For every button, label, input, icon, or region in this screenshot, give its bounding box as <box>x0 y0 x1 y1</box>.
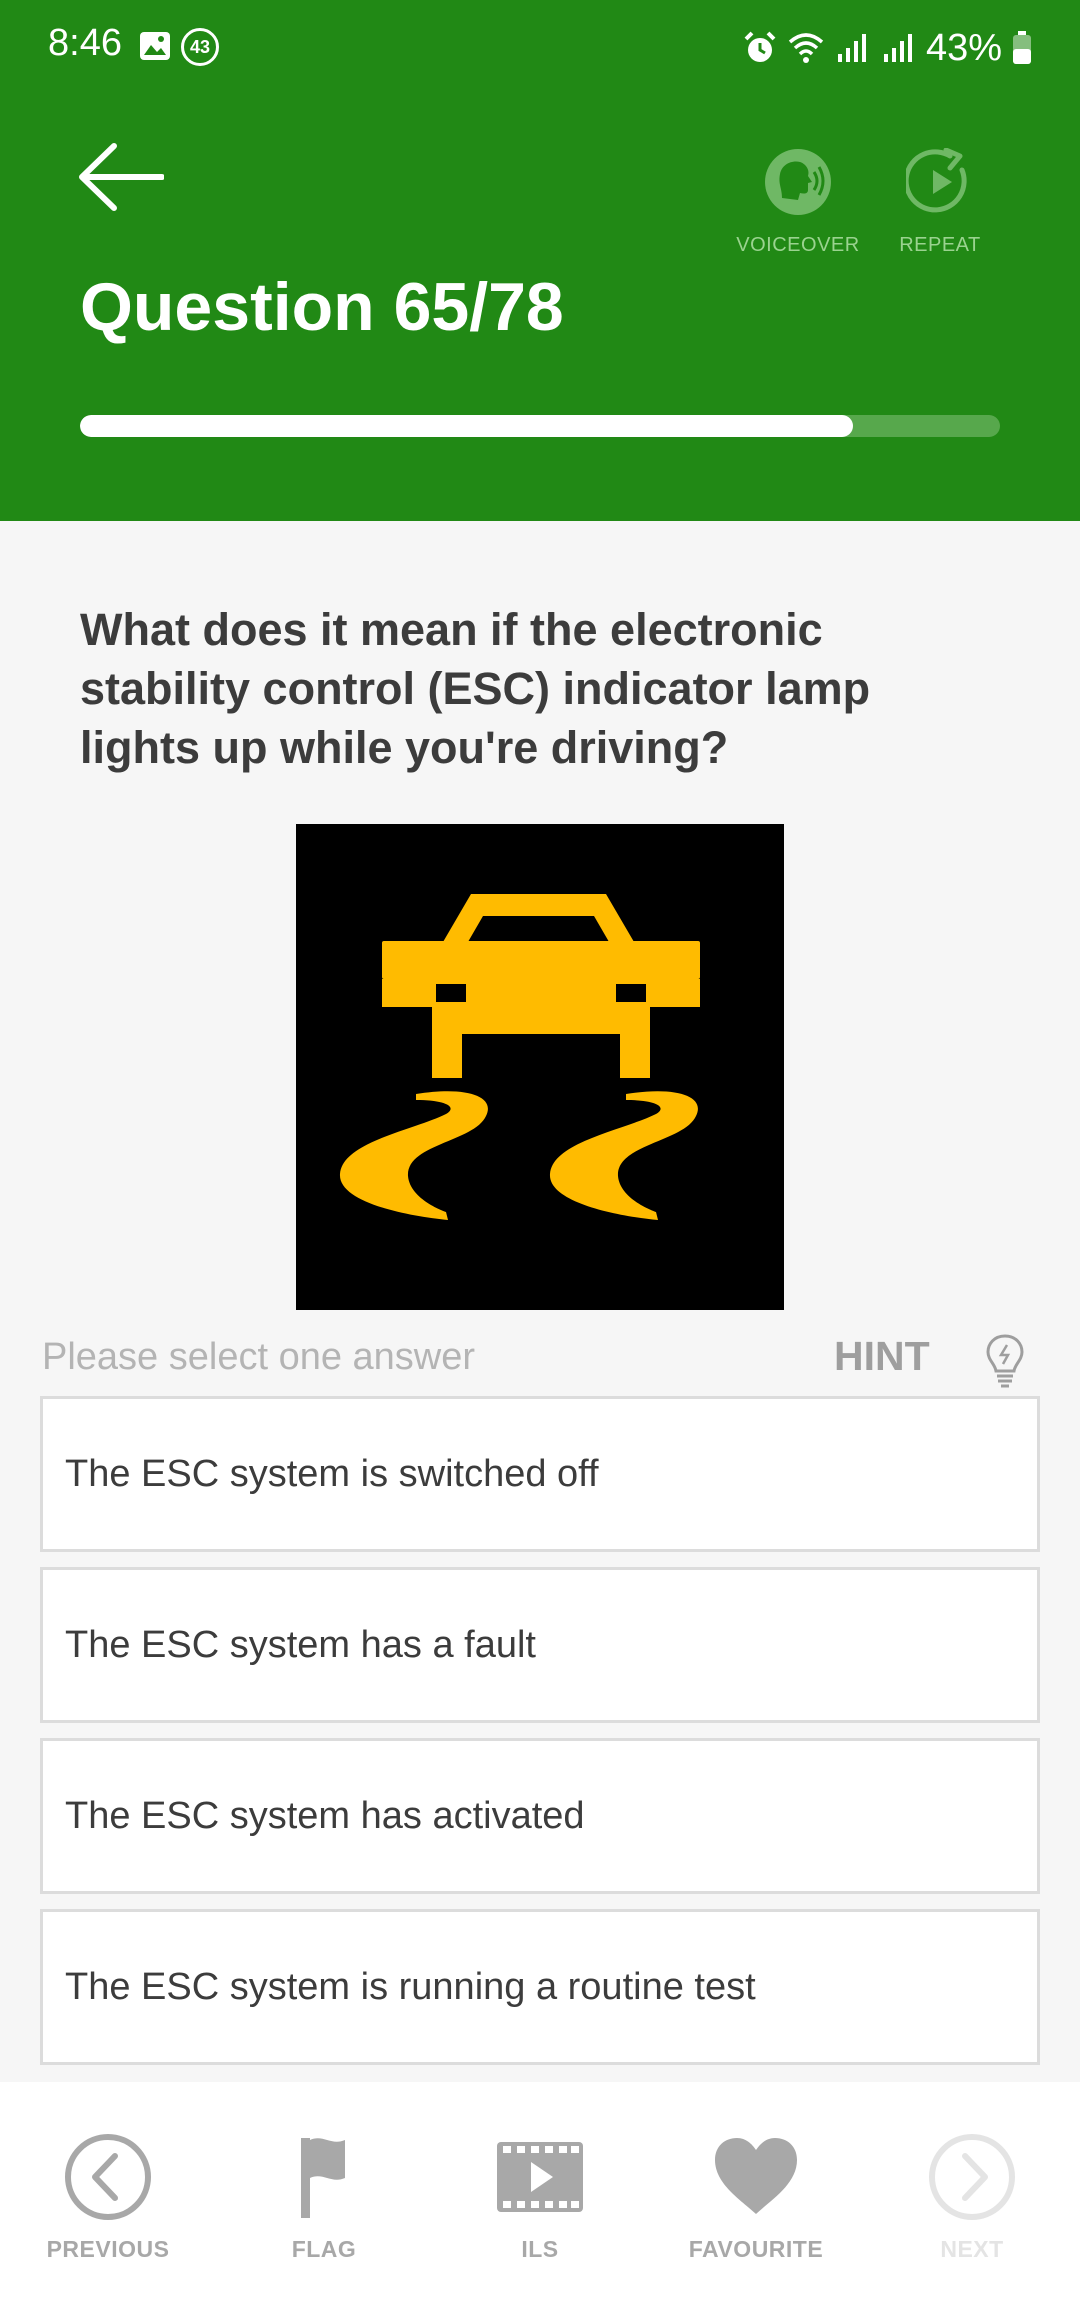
answer-option-1[interactable]: The ESC system is switched off <box>40 1396 1040 1552</box>
question-counter-title: Question 65/78 <box>80 269 564 345</box>
gallery-icon <box>140 32 170 60</box>
alarm-icon <box>744 31 776 62</box>
signal-icon <box>883 34 912 62</box>
next-button[interactable]: NEXT <box>872 2132 1072 2263</box>
answer-instructions: Please select one answer <box>42 1336 476 1378</box>
previous-button[interactable]: PREVIOUS <box>8 2132 208 2263</box>
voiceover-label: VOICEOVER <box>736 234 860 256</box>
esc-warning-lamp-image <box>296 824 784 1310</box>
ils-button[interactable]: ILS <box>440 2132 640 2263</box>
status-time: 8:46 <box>48 22 122 64</box>
ils-label: ILS <box>521 2236 559 2262</box>
answer-option-label: The ESC system has activated <box>65 1794 585 1837</box>
heart-icon <box>715 2138 797 2214</box>
battery-icon <box>1013 31 1031 64</box>
signal-icon <box>837 34 866 62</box>
answer-option-label: The ESC system is running a routine test <box>65 1965 756 2008</box>
repeat-label: REPEAT <box>899 234 981 256</box>
flag-label: FLAG <box>291 2236 357 2262</box>
question-progress-bar <box>80 415 1000 437</box>
previous-label: PREVIOUS <box>46 2236 170 2262</box>
voiceover-icon <box>765 149 831 215</box>
video-film-icon <box>497 2142 583 2212</box>
favourite-button[interactable]: FAVOURITE <box>656 2132 856 2263</box>
answer-option-3[interactable]: The ESC system has activated <box>40 1738 1040 1894</box>
bottom-navigation: PREVIOUS FLAG ILS FAVOURITE NEXT <box>0 2082 1080 2316</box>
wifi-icon <box>788 33 824 63</box>
answer-option-label: The ESC system has a fault <box>65 1623 536 1666</box>
answer-option-label: The ESC system is switched off <box>65 1452 599 1495</box>
flag-icon <box>301 2138 345 2218</box>
answer-option-4[interactable]: The ESC system is running a routine test <box>40 1909 1040 2065</box>
hint-button[interactable]: HINT <box>834 1333 930 1380</box>
esc-warning-lamp-icon <box>339 894 700 1220</box>
voiceover-button[interactable]: VOICEOVER <box>736 148 860 257</box>
chevron-right-circle-icon <box>929 2134 1015 2220</box>
progress-fill <box>80 415 853 437</box>
lightbulb-icon[interactable] <box>985 1333 1025 1389</box>
status-bar: 8:46 43 43% <box>0 0 1080 96</box>
answer-option-2[interactable]: The ESC system has a fault <box>40 1567 1040 1723</box>
back-button[interactable] <box>78 142 164 212</box>
replay-icon <box>906 148 967 213</box>
battery-percent: 43% <box>925 26 1002 69</box>
question-text: What does it mean if the electronic stab… <box>80 604 871 773</box>
next-label: NEXT <box>940 2236 1004 2262</box>
status-icons: 43% <box>742 22 1032 74</box>
notification-count-badge: 43 <box>181 28 219 66</box>
repeat-button[interactable]: REPEAT <box>892 148 988 257</box>
chevron-left-circle-icon <box>65 2134 151 2220</box>
question-header: VOICEOVER REPEAT Question 65/78 <box>0 96 1080 521</box>
flag-button[interactable]: FLAG <box>224 2132 424 2263</box>
favourite-label: FAVOURITE <box>688 2236 824 2262</box>
